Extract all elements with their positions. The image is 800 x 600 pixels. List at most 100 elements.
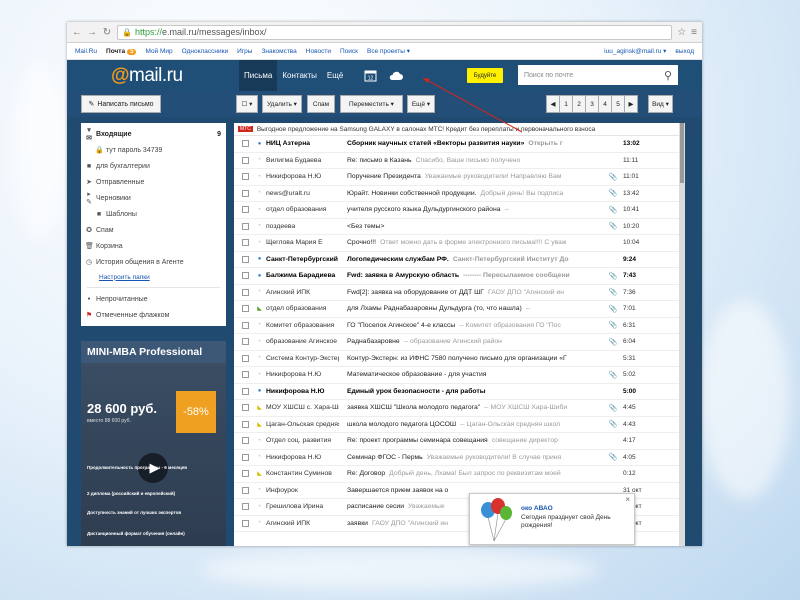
more-button[interactable]: Ещё ▾: [407, 95, 435, 113]
email-row[interactable]: • Агинский ИПК Fwd[2]: заявка на оборудова…: [234, 285, 679, 301]
email-checkbox[interactable]: [242, 206, 249, 214]
flag-icon[interactable]: ◣: [256, 421, 263, 428]
email-row[interactable]: • Отдел соц. развития Re: проект программы…: [234, 433, 679, 450]
email-row[interactable]: ◣ Константин Суминов Re: Договор Добрый ден…: [234, 466, 679, 483]
spam-button[interactable]: Спам: [307, 95, 335, 113]
folder-item[interactable]: 🗑 Корзина: [81, 238, 226, 254]
email-checkbox[interactable]: [242, 156, 249, 164]
page-1[interactable]: 1: [559, 95, 573, 113]
page-next[interactable]: ▶: [624, 95, 638, 113]
email-checkbox[interactable]: [242, 387, 249, 395]
unread-dot-icon[interactable]: ●: [256, 141, 263, 147]
email-checkbox[interactable]: [242, 288, 249, 296]
email-row[interactable]: ● Никифорова Н.Ю Единый урок безопасности …: [234, 384, 679, 400]
mailru-logo[interactable]: @mail.ru: [67, 65, 239, 87]
email-checkbox[interactable]: [242, 503, 249, 511]
page-4[interactable]: 4: [598, 95, 612, 113]
unread-dot-icon[interactable]: ●: [256, 388, 263, 394]
budilnik-button[interactable]: Будуйте: [467, 68, 503, 83]
page-3[interactable]: 3: [585, 95, 599, 113]
email-row[interactable]: • Никифорова Н.Ю Семинар ФГОС - Пермь Уважа…: [234, 450, 679, 466]
email-checkbox[interactable]: [242, 486, 249, 494]
email-checkbox[interactable]: [242, 321, 249, 329]
email-checkbox[interactable]: [242, 437, 249, 445]
email-row[interactable]: • Комитет образования ГО "Поселок Агинское…: [234, 318, 679, 334]
filter-flagged[interactable]: ⚑ Отмеченные флажком: [81, 307, 226, 323]
advertisement-banner[interactable]: MINI-MBA Professional 28 600 руб. вместо…: [81, 341, 226, 546]
email-row[interactable]: • Никифорова Н.Ю Математическое образовани…: [234, 367, 679, 384]
email-checkbox[interactable]: [242, 189, 249, 197]
folder-item[interactable]: ▸ ✎ Черновики: [81, 190, 226, 206]
close-icon[interactable]: ×: [625, 495, 630, 504]
read-dot-icon[interactable]: •: [256, 190, 263, 196]
email-row[interactable]: ● Балжима Барадиева Fwd: заявка в Амурскую…: [234, 268, 679, 285]
email-checkbox[interactable]: [242, 305, 249, 313]
portal-item-mailru[interactable]: Mail.Ru: [75, 48, 97, 55]
portal-item-search[interactable]: Поиск: [340, 48, 358, 55]
read-dot-icon[interactable]: •: [256, 174, 263, 180]
calendar-icon[interactable]: 12: [362, 67, 379, 84]
email-row[interactable]: • Никифорова Н.Ю Поручение Президента Уважа…: [234, 169, 679, 186]
read-dot-icon[interactable]: •: [256, 223, 263, 229]
list-scrollbar[interactable]: [679, 123, 685, 546]
email-checkbox[interactable]: [242, 453, 249, 461]
email-row[interactable]: ◣ отдел образования для Лхамы Раднабазаров…: [234, 301, 679, 318]
email-row[interactable]: • поздеева <Без темы> 📎 10:20: [234, 219, 679, 235]
portal-item-mail[interactable]: Почта 5: [106, 48, 137, 55]
scrollbar-thumb[interactable]: [680, 123, 684, 183]
read-dot-icon[interactable]: •: [256, 322, 263, 328]
email-row[interactable]: • Система Контур-Экстерн Контур-Экстерн: и…: [234, 351, 679, 367]
read-dot-icon[interactable]: •: [256, 157, 263, 163]
email-checkbox[interactable]: [242, 338, 249, 346]
email-checkbox[interactable]: [242, 371, 249, 379]
read-dot-icon[interactable]: •: [256, 207, 263, 213]
page-prev[interactable]: ◀: [546, 95, 560, 113]
forward-icon[interactable]: →: [87, 27, 97, 38]
email-checkbox[interactable]: [242, 404, 249, 412]
bookmark-star-icon[interactable]: ☆: [677, 27, 686, 38]
birthday-notification[interactable]: × око АВАО Сегодня празднует свой День р…: [469, 493, 635, 545]
unread-dot-icon[interactable]: ●: [256, 256, 263, 262]
portal-item-mymir[interactable]: Мой Мир: [145, 48, 172, 55]
delete-button[interactable]: Удалить ▾: [262, 95, 302, 113]
filter-unread[interactable]: ● Непрочитанные: [81, 291, 226, 307]
search-icon[interactable]: ⚲: [664, 69, 672, 82]
email-checkbox[interactable]: [242, 420, 249, 428]
email-row[interactable]: ● Санкт-Петербургский Логопедическим служб…: [234, 252, 679, 268]
folder-item[interactable]: ■ для бухгалтерии: [81, 158, 226, 174]
portal-item-dating[interactable]: Знакомства: [261, 48, 296, 55]
read-dot-icon[interactable]: •: [256, 487, 263, 493]
folder-item[interactable]: ✪ Спам: [81, 222, 226, 238]
unread-dot-icon[interactable]: ●: [256, 273, 263, 279]
email-checkbox[interactable]: [242, 140, 249, 148]
email-checkbox[interactable]: [242, 173, 249, 181]
tab-contacts[interactable]: Контакты: [277, 60, 322, 91]
folders-settings-link[interactable]: Настроить папки: [81, 270, 226, 284]
email-checkbox[interactable]: [242, 272, 249, 280]
read-dot-icon[interactable]: •: [256, 438, 263, 444]
address-bar[interactable]: 🔒 https://e.mail.ru/messages/inbox/: [117, 24, 673, 40]
folder-item[interactable]: ➤ Отправленные: [81, 174, 226, 190]
email-checkbox[interactable]: [242, 222, 249, 230]
flag-icon[interactable]: ◣: [256, 470, 263, 477]
mail-search-input[interactable]: Поиск по почте ⚲: [518, 65, 678, 85]
read-dot-icon[interactable]: •: [256, 504, 263, 510]
browser-menu-icon[interactable]: ≡: [691, 27, 697, 38]
view-button[interactable]: Вид ▾: [648, 95, 673, 113]
flag-icon[interactable]: ◣: [256, 305, 263, 312]
read-dot-icon[interactable]: •: [256, 240, 263, 246]
flag-icon[interactable]: ◣: [256, 404, 263, 411]
promo-row[interactable]: МТС Выгодное предложение на Samsung GALA…: [234, 123, 679, 136]
portal-item-all-projects[interactable]: Все проекты ▾: [367, 47, 410, 55]
page-5[interactable]: 5: [611, 95, 625, 113]
select-all-checkbox[interactable]: ☐ ▾: [236, 95, 258, 113]
tab-letters[interactable]: Письма: [239, 60, 278, 91]
read-dot-icon[interactable]: •: [256, 520, 263, 526]
tab-more[interactable]: Ещё: [322, 60, 348, 91]
logout-link[interactable]: выход: [675, 48, 694, 55]
read-dot-icon[interactable]: •: [256, 289, 263, 295]
read-dot-icon[interactable]: •: [256, 372, 263, 378]
reload-icon[interactable]: ↻: [102, 27, 112, 38]
portal-item-news[interactable]: Новости: [306, 48, 331, 55]
email-checkbox[interactable]: [242, 255, 249, 263]
